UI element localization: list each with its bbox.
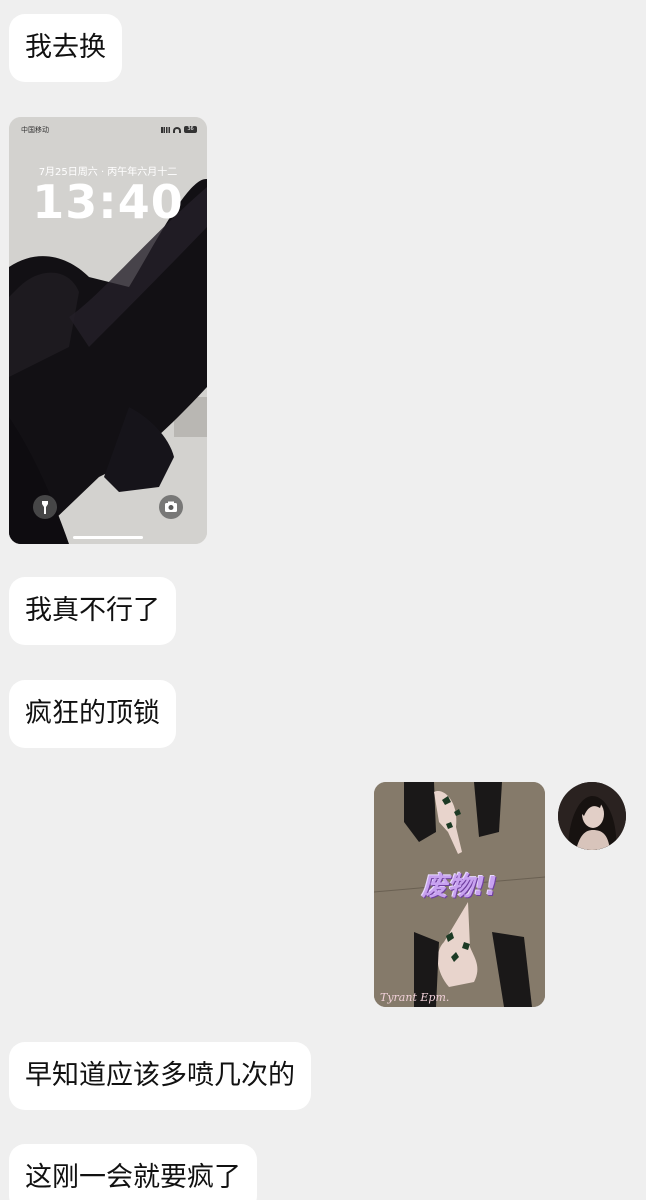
- image-overlay-text: 废物!!: [421, 872, 498, 902]
- message-bubble[interactable]: 疯狂的顶锁: [9, 680, 176, 748]
- flashlight-icon: [33, 495, 57, 519]
- message-bubble[interactable]: 早知道应该多喷几次的: [9, 1042, 311, 1110]
- image-message-lockscreen[interactable]: 中国移动 36 7月25日周六 · 丙午年六月十二 13:40: [9, 117, 207, 544]
- avatar-photo: [558, 782, 626, 850]
- message-bubble[interactable]: 这刚一会就要疯了: [9, 1144, 257, 1200]
- lockscreen-status-bar: 中国移动 36: [21, 125, 197, 137]
- wifi-icon: [173, 126, 181, 133]
- carrier-label: 中国移动: [21, 126, 49, 134]
- status-icons: 36: [161, 126, 197, 133]
- image-message-sent[interactable]: 废物!! Tyrant Epm.: [374, 782, 545, 1007]
- message-bubble[interactable]: 我去换: [9, 14, 122, 82]
- avatar[interactable]: [558, 782, 626, 850]
- battery-icon: 36: [184, 126, 197, 133]
- lockscreen-time: 13:40: [32, 175, 184, 229]
- message-bubble[interactable]: 我真不行了: [9, 577, 176, 645]
- image-watermark: Tyrant Epm.: [380, 991, 450, 1004]
- home-indicator: [73, 536, 143, 539]
- camera-icon: [159, 495, 183, 519]
- chat-view: 我去换 中国移动 36 7月25日周六 · 丙午年六月十二 13:40 我真不行…: [0, 0, 646, 1200]
- signal-icon: [161, 126, 170, 133]
